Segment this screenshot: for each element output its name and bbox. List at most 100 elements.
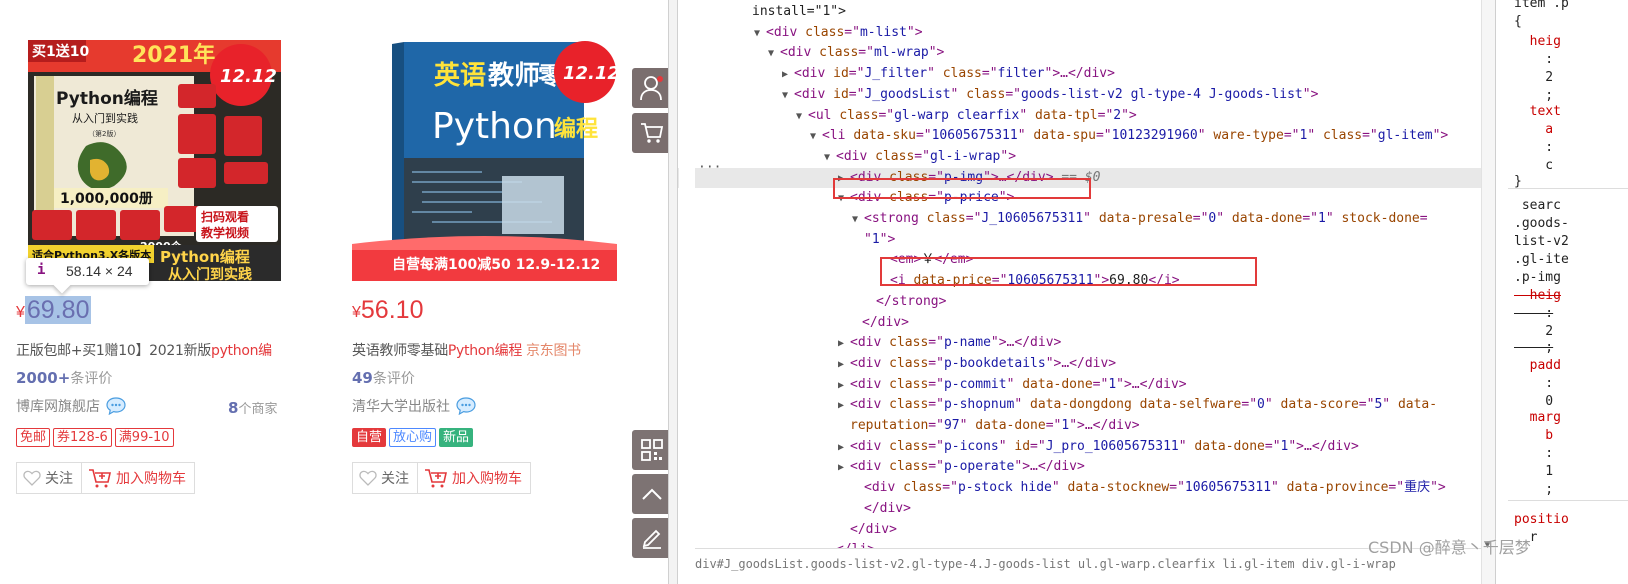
comment-count-1[interactable]: 2000+条评价 bbox=[16, 368, 112, 388]
dom-node-row[interactable]: ▼ <div class="m-list"> bbox=[754, 23, 923, 43]
follow-button[interactable]: 关注 bbox=[352, 462, 418, 494]
style-rule-line[interactable]: : bbox=[1514, 52, 1553, 67]
style-rule-line[interactable]: c bbox=[1514, 158, 1553, 173]
chat-icon[interactable] bbox=[456, 397, 476, 416]
dom-node-row[interactable]: ▼ <strong class="J_10605675311" data-pres… bbox=[852, 209, 1428, 229]
style-rule-line[interactable]: ; bbox=[1514, 88, 1553, 103]
style-rule-line[interactable]: : bbox=[1514, 376, 1553, 391]
style-rule-line[interactable]: item .p bbox=[1514, 0, 1569, 11]
style-rule-line[interactable]: 0 bbox=[1514, 394, 1553, 409]
product-name-text[interactable]: 正版包邮+买1赠10】2021新版 bbox=[16, 343, 211, 359]
style-rule-line[interactable]: { bbox=[1514, 14, 1522, 29]
breadcrumb[interactable]: div#J_goodsList.goods-list-v2.gl-type-4.… bbox=[695, 557, 1396, 571]
dom-node-row[interactable]: ▶ <div class="p-shopnum" data-dongdong da… bbox=[838, 395, 1437, 415]
product-name-text[interactable]: 英语教师零基础 bbox=[352, 343, 448, 359]
style-rule-line[interactable]: padd bbox=[1514, 358, 1561, 373]
dom-node-row[interactable]: reputation="97" data-done="1">…</div> bbox=[838, 416, 1140, 436]
elements-scrollbar[interactable]: ▼ bbox=[1481, 0, 1495, 584]
devtools-elements-tree[interactable]: install="1"> ▼ <div class="m-list"> ▼ <div c… bbox=[678, 0, 1495, 584]
style-rule-line[interactable]: text bbox=[1514, 104, 1561, 119]
devtools-styles-pane[interactable]: item .p { heig : 2 ; text a : c} searc .go… bbox=[1495, 0, 1628, 584]
dom-node-row[interactable]: <div class="p-stock hide" data-stocknew=… bbox=[852, 478, 1446, 498]
style-rule-line[interactable]: : bbox=[1514, 446, 1553, 461]
expand-toggle-icon[interactable]: ▶ bbox=[838, 376, 850, 396]
dom-node-row[interactable]: ▼ <ul class="gl-warp clearfix" data-tpl="… bbox=[796, 106, 1137, 126]
dom-node-row[interactable]: </div> bbox=[852, 499, 911, 519]
style-rule-line[interactable]: positio bbox=[1514, 512, 1569, 527]
product-name-2[interactable]: 英语教师零基础Python编程 京东图书 bbox=[352, 340, 581, 360]
style-rule-line[interactable]: a bbox=[1514, 122, 1553, 137]
back-to-top-button[interactable] bbox=[632, 474, 668, 514]
add-to-cart-button[interactable]: 加入购物车 bbox=[82, 462, 195, 494]
dom-node-row[interactable]: </strong> bbox=[864, 292, 946, 312]
expand-toggle-icon[interactable]: ▼ bbox=[768, 44, 780, 64]
style-rule-line[interactable]: 2 bbox=[1514, 324, 1553, 339]
dom-node-row[interactable]: install="1"> bbox=[740, 2, 846, 22]
expand-toggle-icon[interactable]: ▶ bbox=[838, 355, 850, 375]
dom-node-row[interactable]: </div> bbox=[838, 520, 897, 540]
expand-toggle-icon[interactable]: ▼ bbox=[852, 210, 864, 230]
style-rule-line[interactable]: b bbox=[1514, 428, 1553, 443]
dom-node-row[interactable]: ▶ <div class="p-operate">…</div> bbox=[838, 457, 1085, 477]
dom-node-row[interactable]: "1"> bbox=[852, 230, 895, 250]
dom-node-row[interactable]: ▼ <div class="gl-i-wrap"> bbox=[824, 147, 1016, 167]
expand-toggle-icon[interactable]: ▼ bbox=[810, 127, 822, 147]
style-rule-line[interactable]: list-v2 bbox=[1514, 234, 1569, 249]
expand-toggle-icon[interactable]: ▶ bbox=[782, 65, 794, 85]
style-rule-line[interactable]: .gl-ite bbox=[1514, 252, 1569, 267]
expand-toggle-icon[interactable]: ▶ bbox=[838, 334, 850, 354]
style-rule-line[interactable]: heig bbox=[1514, 34, 1561, 49]
style-rule-line[interactable]: ; bbox=[1514, 482, 1553, 497]
user-float-button[interactable] bbox=[632, 68, 668, 108]
merchant-number[interactable]: 8 bbox=[228, 399, 238, 417]
product-name-keyword[interactable]: Python编程 bbox=[448, 343, 522, 359]
qrcode-float-button[interactable] bbox=[632, 430, 668, 470]
more-actions-icon[interactable]: ··· bbox=[698, 160, 721, 175]
dom-node-row[interactable]: ▶ <div id="J_filter" class="filter">…</di… bbox=[782, 64, 1115, 84]
dom-node-row[interactable]: ▶ <div class="p-bookdetails">…</div> bbox=[838, 354, 1116, 374]
dom-node-row[interactable]: ▶ <div class="p-name">…</div> bbox=[838, 333, 1061, 353]
expand-toggle-icon[interactable]: ▼ bbox=[754, 24, 766, 44]
style-rule-line[interactable]: 1 bbox=[1514, 464, 1553, 479]
expand-toggle-icon[interactable]: ▼ bbox=[796, 107, 808, 127]
style-rule-line[interactable]: ; bbox=[1514, 340, 1553, 355]
feedback-float-button[interactable] bbox=[632, 518, 668, 558]
style-rule-line[interactable]: 2 bbox=[1514, 70, 1553, 85]
expand-toggle-icon[interactable]: ▼ bbox=[824, 148, 836, 168]
expand-toggle-icon[interactable]: ▼ bbox=[782, 86, 794, 106]
product-name-keyword[interactable]: python编 bbox=[211, 343, 272, 359]
dom-node-row[interactable]: ▼ <div id="J_goodsList" class="goods-list… bbox=[782, 85, 1318, 105]
style-rule-line[interactable]: .goods- bbox=[1514, 216, 1569, 231]
shop-name[interactable]: 清华大学出版社 bbox=[352, 396, 450, 416]
product-name-1[interactable]: 正版包邮+买1赠10】2021新版python编 bbox=[16, 340, 272, 360]
style-rule-line[interactable]: searc bbox=[1514, 198, 1561, 213]
jd-books-label[interactable]: 京东图书 bbox=[526, 343, 581, 359]
follow-button[interactable]: 关注 bbox=[16, 462, 82, 494]
chat-icon[interactable] bbox=[106, 397, 126, 416]
product-card-2[interactable]: 英语 教师 零基础 Python 编程 12.12 自营每满100减50 12.… bbox=[352, 0, 652, 584]
style-rule-line[interactable]: .p-img bbox=[1514, 270, 1569, 285]
expand-toggle-icon[interactable]: ▶ bbox=[838, 438, 850, 458]
product-image-1[interactable]: 买1送10 2021年 Python编程 从入门到实践 （第2版） 1,000,… bbox=[28, 40, 281, 281]
style-rule-line[interactable]: marg bbox=[1514, 410, 1561, 425]
cart-float-button[interactable] bbox=[632, 113, 668, 153]
merchant-count[interactable]: 8个商家 bbox=[228, 398, 277, 417]
expand-toggle-icon[interactable]: ▶ bbox=[838, 458, 850, 478]
shop-name[interactable]: 博库网旗舰店 bbox=[16, 396, 100, 416]
comment-number[interactable]: 2000+ bbox=[16, 369, 70, 387]
style-rule-line[interactable]: : bbox=[1514, 140, 1553, 155]
dom-node-row[interactable]: ▶ <div class="p-commit" data-done="1">…</… bbox=[838, 375, 1187, 395]
expand-toggle-icon[interactable]: ▶ bbox=[838, 396, 850, 416]
dom-node-row[interactable]: ▶ <div class="p-icons" id="J_pro_10605675… bbox=[838, 437, 1359, 457]
pane-splitter[interactable] bbox=[668, 0, 678, 584]
style-rule-line[interactable]: : bbox=[1514, 306, 1553, 321]
dom-node-row[interactable]: </div> bbox=[850, 313, 909, 333]
dom-node-row[interactable]: ▼ <li data-sku="10605675311" data-spu="10… bbox=[810, 126, 1448, 146]
dom-node-row[interactable]: ▼ <div class="ml-wrap"> bbox=[768, 43, 944, 63]
comment-number[interactable]: 49 bbox=[352, 369, 373, 387]
style-rule-line[interactable]: } bbox=[1514, 174, 1522, 189]
comment-count-2[interactable]: 49条评价 bbox=[352, 368, 415, 388]
style-rule-line[interactable]: heig bbox=[1514, 288, 1561, 303]
product-image-2[interactable]: 英语 教师 零基础 Python 编程 12.12 自营每满100减50 12.… bbox=[352, 40, 617, 281]
add-to-cart-button[interactable]: 加入购物车 bbox=[418, 462, 531, 494]
